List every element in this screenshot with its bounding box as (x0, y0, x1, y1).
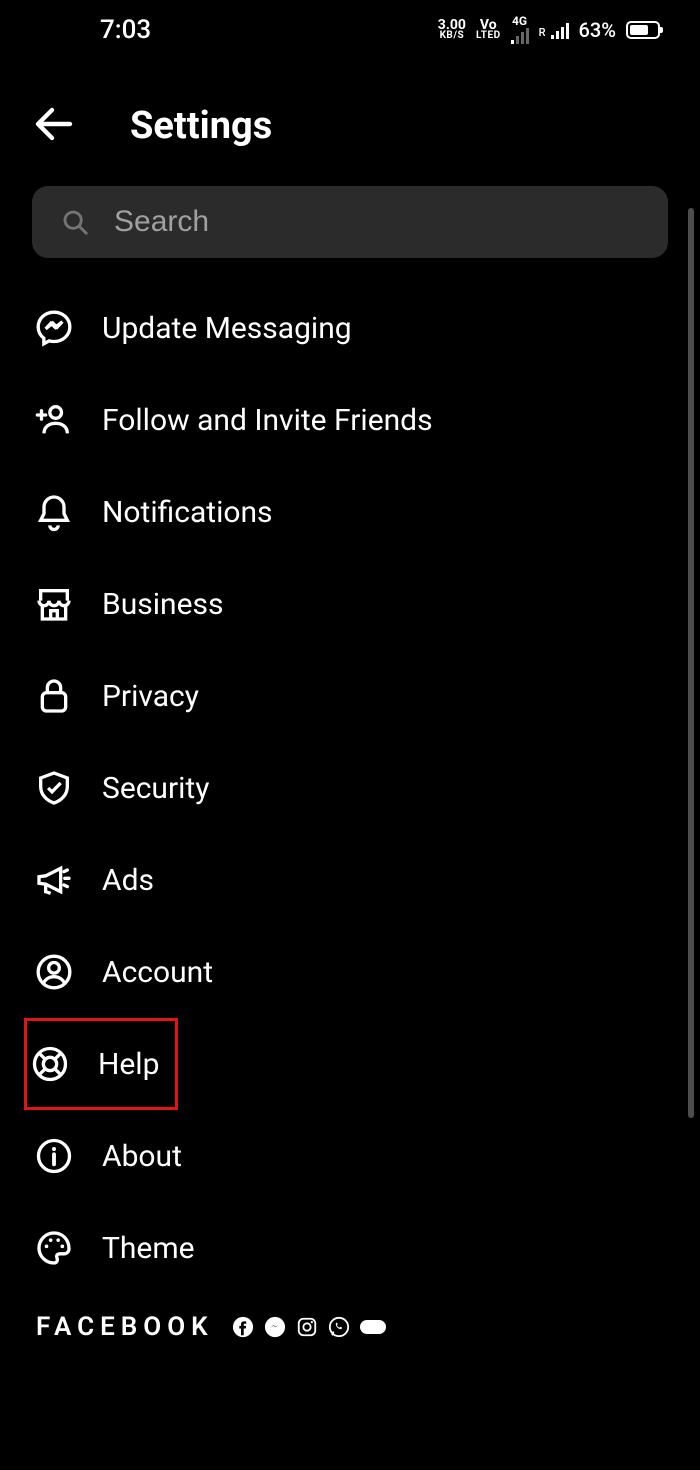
status-indicators: 3.00 KB/S Vo LTED 4G R 63% (438, 16, 660, 44)
lifebuoy-icon (28, 1042, 72, 1086)
item-label: Follow and Invite Friends (102, 403, 433, 438)
settings-item-notifications[interactable]: Notifications (32, 466, 700, 558)
battery-percent: 63% (579, 18, 616, 42)
settings-item-privacy[interactable]: Privacy (32, 650, 700, 742)
instagram-icon (296, 1316, 318, 1338)
item-label: About (102, 1139, 182, 1174)
megaphone-icon (32, 858, 76, 902)
scrollbar[interactable] (688, 208, 694, 1118)
search-icon (60, 207, 90, 237)
settings-item-messaging[interactable]: Update Messaging (32, 282, 700, 374)
storefront-icon (32, 582, 76, 626)
settings-list: Update Messaging Follow and Invite Frien… (0, 282, 700, 1294)
messenger-small-icon (264, 1316, 286, 1338)
status-time: 7:03 (100, 15, 151, 45)
shield-check-icon (32, 766, 76, 810)
battery-icon (626, 21, 660, 39)
arrow-left-icon (30, 100, 78, 148)
item-label: Help (98, 1047, 159, 1082)
whatsapp-icon (328, 1316, 350, 1338)
settings-item-help[interactable]: Help (24, 1018, 178, 1110)
back-button[interactable] (30, 100, 78, 152)
user-circle-icon (32, 950, 76, 994)
palette-icon (32, 1226, 76, 1270)
facebook-icon (232, 1316, 254, 1338)
page-header: Settings (0, 60, 700, 186)
signal-group-2: R (539, 21, 569, 39)
person-add-icon (32, 398, 76, 442)
item-label: Business (102, 587, 223, 622)
settings-item-ads[interactable]: Ads (32, 834, 700, 926)
status-bar: 7:03 3.00 KB/S Vo LTED 4G R 63% (0, 0, 700, 60)
item-label: Security (102, 771, 209, 806)
item-label: Theme (102, 1231, 195, 1266)
search-input[interactable] (114, 205, 640, 239)
settings-item-business[interactable]: Business (32, 558, 700, 650)
settings-item-about[interactable]: About (32, 1110, 700, 1202)
settings-item-security[interactable]: Security (32, 742, 700, 834)
net-speed: 3.00 KB/S (438, 20, 466, 40)
brand-name: FACEBOOK (36, 1312, 214, 1342)
net-type: 4G (511, 16, 529, 44)
item-label: Notifications (102, 495, 273, 530)
item-label: Ads (102, 863, 154, 898)
oculus-icon (360, 1320, 386, 1334)
settings-item-follow[interactable]: Follow and Invite Friends (32, 374, 700, 466)
page-title: Settings (130, 104, 272, 148)
brand-footer: FACEBOOK (0, 1294, 700, 1342)
signal-bars-1-icon (511, 26, 529, 44)
messenger-icon (32, 306, 76, 350)
brand-app-icons (232, 1316, 386, 1338)
lock-icon (32, 674, 76, 718)
info-icon (32, 1134, 76, 1178)
item-label: Update Messaging (102, 311, 352, 346)
settings-item-account[interactable]: Account (32, 926, 700, 1018)
search-box[interactable] (32, 186, 668, 258)
bell-icon (32, 490, 76, 534)
item-label: Privacy (102, 679, 199, 714)
settings-item-theme[interactable]: Theme (32, 1202, 700, 1294)
volte-indicator: Vo LTED (476, 20, 501, 40)
signal-bars-2-icon (551, 21, 569, 39)
item-label: Account (102, 955, 213, 990)
